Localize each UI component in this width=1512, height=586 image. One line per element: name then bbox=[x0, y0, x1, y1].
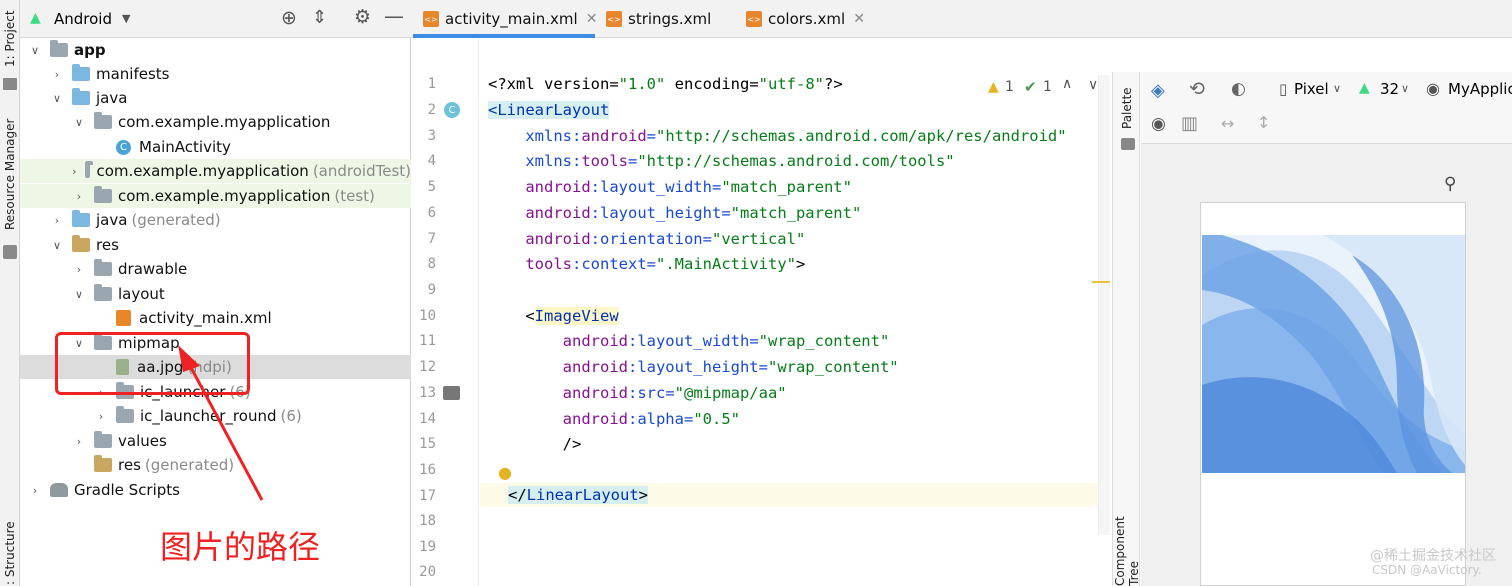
blueprint-icon[interactable]: ▥ bbox=[1181, 113, 1198, 134]
annotation-label: 图片的路径 bbox=[160, 528, 321, 566]
chevron-up-icon[interactable]: ∧ bbox=[1062, 76, 1072, 92]
component-tree-tab-label: Component Tree bbox=[1113, 516, 1141, 586]
line-number: 16 bbox=[419, 462, 436, 478]
lightbulb-icon[interactable]: ● bbox=[498, 463, 512, 482]
code-line-1: <?xml version="1.0" encoding="utf-8"?> bbox=[488, 75, 843, 93]
wallpaper-image bbox=[1202, 235, 1465, 473]
xml-file-icon: <> bbox=[606, 11, 622, 27]
tab-colors-xml[interactable]: <> colors.xml ✕ bbox=[746, 0, 865, 38]
component-tree-tab[interactable]: Component Tree bbox=[1113, 492, 1141, 586]
code-line-10: <ImageView bbox=[488, 307, 619, 325]
code-line-15: /> bbox=[488, 435, 582, 453]
wrench-icon[interactable]: ⚲ bbox=[1444, 174, 1456, 194]
code-line-2: <LinearLayout bbox=[488, 101, 610, 119]
check-icon[interactable]: ✔ bbox=[1024, 78, 1037, 96]
tab-activity-main-xml[interactable]: <> activity_main.xml ✕ bbox=[423, 0, 597, 38]
scroll-marker bbox=[1092, 281, 1110, 283]
warning-icon[interactable]: ▲ bbox=[988, 79, 999, 95]
line-number: 9 bbox=[427, 282, 436, 298]
tab-label: colors.xml bbox=[768, 10, 846, 28]
line-number: 10 bbox=[419, 308, 436, 324]
line-number: 2 bbox=[427, 102, 436, 118]
code-line-5: android:layout_width="match_parent" bbox=[488, 178, 852, 196]
line-number: 3 bbox=[427, 128, 436, 144]
ok-count: 1 bbox=[1043, 79, 1052, 95]
line-number: 1 bbox=[427, 76, 436, 92]
design-toolbar: ◈ ⟲ ◐ ▯ Pixel ∨ ▲ 32 ∨ ◉ MyApplic ◉ ▥ ↔ … bbox=[1141, 72, 1512, 144]
code-line-11: android:layout_width="wrap_content" bbox=[488, 332, 890, 350]
horizontal-arrows-icon[interactable]: ↔ bbox=[1221, 114, 1234, 133]
code-line-6: android:layout_height="match_parent" bbox=[488, 204, 862, 222]
watermark-text-csdn: CSDN @AaVictory. bbox=[1372, 563, 1482, 577]
layers-icon[interactable]: ◈ bbox=[1151, 80, 1165, 101]
rotate-icon[interactable]: ⟲ bbox=[1189, 78, 1205, 100]
line-number: 18 bbox=[419, 513, 436, 529]
line-number: 4 bbox=[427, 153, 436, 169]
xml-file-icon: <> bbox=[746, 11, 762, 27]
editor-scrollbar[interactable] bbox=[1098, 75, 1110, 535]
class-reference-icon[interactable]: C bbox=[444, 102, 460, 118]
close-icon[interactable]: ✕ bbox=[853, 11, 865, 27]
imageview-preview[interactable] bbox=[1202, 235, 1465, 473]
android-icon: ▲ bbox=[1359, 80, 1370, 96]
vertical-arrows-icon[interactable]: ↕ bbox=[1257, 113, 1270, 132]
code-line-8: tools:context=".MainActivity"> bbox=[488, 255, 806, 273]
line-number: 11 bbox=[419, 333, 436, 349]
palette-tab-label: Palette bbox=[1120, 87, 1134, 129]
watermark-text: @稀土掘金技术社区 bbox=[1370, 548, 1496, 564]
image-preview-icon[interactable] bbox=[443, 386, 460, 400]
line-number: 17 bbox=[419, 488, 436, 504]
palette-strip: Palette Component Tree bbox=[1112, 72, 1141, 586]
line-number: 7 bbox=[427, 231, 436, 247]
palette-tab[interactable]: Palette bbox=[1117, 78, 1137, 138]
code-line-4: xmlns:tools="http://schemas.android.com/… bbox=[488, 152, 955, 170]
code-line-7: android:orientation="vertical" bbox=[488, 230, 806, 248]
line-number: 13 bbox=[419, 385, 436, 401]
phone-icon: ▯ bbox=[1279, 80, 1288, 98]
tab-strings-xml[interactable]: <> strings.xml bbox=[606, 0, 711, 38]
code-line-13: android:src="@mipmap/aa" bbox=[488, 384, 787, 402]
line-number: 6 bbox=[427, 205, 436, 221]
device-selector[interactable]: Pixel bbox=[1294, 80, 1329, 98]
api-level-selector[interactable]: 32 bbox=[1380, 80, 1399, 98]
line-number: 8 bbox=[427, 256, 436, 272]
chevron-down-icon[interactable]: ∨ bbox=[1088, 77, 1098, 93]
code-line-14: android:alpha="0.5" bbox=[488, 410, 740, 428]
code-line-12: android:layout_height="wrap_content" bbox=[488, 358, 899, 376]
chevron-down-icon[interactable]: ∨ bbox=[1333, 82, 1341, 95]
close-icon[interactable]: ✕ bbox=[586, 11, 598, 27]
theme-icon[interactable]: ◐ bbox=[1231, 79, 1246, 99]
line-number: 15 bbox=[419, 436, 436, 452]
line-number: 5 bbox=[427, 179, 436, 195]
line-number: 14 bbox=[419, 411, 436, 427]
tab-label: strings.xml bbox=[628, 10, 712, 28]
code-line-17: </LinearLayout> bbox=[508, 486, 648, 504]
tab-label: activity_main.xml bbox=[445, 10, 578, 28]
palette-icon bbox=[1121, 138, 1135, 150]
app-theme-selector[interactable]: MyApplic bbox=[1448, 80, 1512, 98]
warning-count: 1 bbox=[1005, 79, 1014, 95]
chevron-down-icon[interactable]: ∨ bbox=[1401, 82, 1409, 95]
code-line-3: xmlns:android="http://schemas.android.co… bbox=[488, 127, 1067, 145]
line-number: 20 bbox=[419, 564, 436, 580]
xml-file-icon: <> bbox=[423, 11, 439, 27]
app-theme-icon: ◉ bbox=[1426, 79, 1440, 98]
line-number: 12 bbox=[419, 359, 436, 375]
line-number: 19 bbox=[419, 539, 436, 555]
eye-icon[interactable]: ◉ bbox=[1151, 114, 1166, 134]
